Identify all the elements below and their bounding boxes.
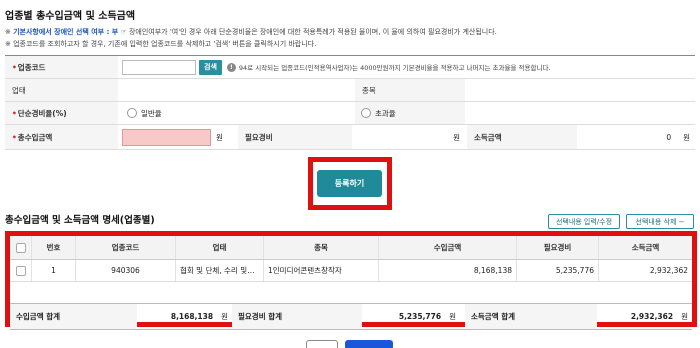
section-title: 총수입금액 및 소득금액 명세(업종별): [5, 215, 155, 226]
total-income-unit: 원: [216, 132, 223, 142]
bottom-right-button[interactable]: [345, 340, 393, 348]
row-code: 940306: [76, 260, 176, 281]
income-value: 0: [666, 132, 672, 142]
row-checkbox[interactable]: [15, 265, 26, 276]
select-all-checkbox[interactable]: [15, 242, 26, 253]
profit-total-unit: 원: [681, 312, 688, 321]
row-biz: 협회 및 단체, 수리 및…: [176, 260, 264, 281]
disability-note: ※ 기본사항에서 장애인 선택 여부 : 부 ☞ 장애인여부가 '여'인 경우 …: [5, 27, 497, 37]
simple-rate-label: • 단순경비율(%): [5, 102, 118, 124]
page-title: 업종별 총수입금액 및 소득금액: [5, 11, 136, 22]
business-type-value: [122, 79, 352, 101]
grid-header: 번호 업종코드 업태 종목 수입금액 필요경비 소득금액: [10, 236, 692, 260]
row-item: 1인미디어콘텐츠창작자: [264, 260, 379, 281]
header-item: 종목: [264, 236, 379, 259]
income-total-cell: 8,168,138 원: [137, 304, 232, 329]
general-rate-label: 일반율: [141, 108, 162, 118]
header-profit: 소득금액: [631, 243, 660, 252]
delete-selected-button[interactable]: 선택내용 삭제 −: [626, 214, 694, 229]
header-select-all[interactable]: [10, 236, 32, 259]
income-total-value: 8,168,138: [170, 312, 214, 321]
row-income: 8,168,138: [379, 260, 517, 281]
industry-code-cell: 검색 ! 94로 시작되는 업종코드(인적용역사업자)는 4000만원까지 기본…: [122, 56, 697, 78]
income-label: 소득금액: [467, 125, 577, 149]
row-profit: 2,932,362: [649, 266, 688, 275]
expense-unit: 원: [453, 132, 460, 142]
bottom-left-button[interactable]: [306, 340, 338, 348]
info-icon: !: [226, 62, 236, 72]
income-grid: 번호 업종코드 업태 종목 수입금액 필요경비 소득금액 1 940306 협회…: [10, 236, 692, 330]
expense-total-cell: 5,235,776 원: [362, 304, 460, 329]
header-biz: 업태: [176, 236, 264, 259]
expense-value: 원: [355, 125, 465, 149]
simple-rate-row: • 단순경비율(%) 일반율 초과율: [5, 102, 695, 125]
expense-total-unit: 원: [449, 312, 456, 321]
header-no: 번호: [32, 236, 76, 259]
expense-total-label: 필요경비 합계: [232, 304, 362, 329]
note-rest: ☞ 장애인여부가 '여'인 경우 아래 단순경비율은 장애인에 대한 적용특례가…: [118, 28, 497, 36]
grid-empty-area: [10, 282, 692, 299]
total-income-row: • 총수입금액 원 필요경비 원 소득금액 0 원: [5, 125, 695, 150]
business-type-label: 업태: [5, 79, 118, 101]
header-income: 수입금액: [379, 236, 517, 259]
expense-total-value: 5,235,776: [398, 312, 442, 321]
search-note: ※ 업종코드를 조회하고자 할 경우, 기존에 입력한 업종코드를 삭제하고 '…: [5, 40, 317, 48]
profit-total-cell: 2,932,362 원: [597, 304, 692, 329]
expense-label: 필요경비: [238, 125, 352, 149]
general-rate-option[interactable]: 일반율: [127, 102, 237, 124]
register-button[interactable]: 등록하기: [317, 170, 382, 197]
total-income-input[interactable]: [122, 128, 211, 146]
row-select[interactable]: [10, 260, 32, 281]
total-income-cell: 원: [122, 125, 237, 149]
income-form: • 업종코드 검색 ! 94로 시작되는 업종코드(인적용역사업자)는 4000만…: [5, 55, 695, 150]
note-highlight: 기본사항에서 장애인 선택 여부 : 부: [13, 28, 119, 36]
item-label: 종목: [355, 79, 465, 101]
header-code: 업종코드: [76, 236, 176, 259]
profit-total-label: 소득금액 합계: [465, 304, 597, 329]
income-value-cell: 0 원: [580, 125, 695, 149]
profit-total-value: 2,932,362: [630, 312, 674, 321]
row-expense: 5,235,776: [517, 260, 599, 281]
note-prefix: ※: [5, 28, 14, 36]
industry-code-row: • 업종코드 검색 ! 94로 시작되는 업종코드(인적용역사업자)는 4000만…: [5, 56, 695, 79]
income-total-label: 수입금액 합계: [10, 304, 137, 329]
industry-code-label: • 업종코드: [5, 56, 118, 78]
search-button[interactable]: 검색: [199, 59, 222, 75]
excess-rate-option[interactable]: 초과율: [355, 102, 465, 124]
excess-rate-radio[interactable]: [361, 108, 371, 118]
income-total-unit: 원: [221, 312, 228, 321]
income-unit: 원: [683, 132, 690, 142]
info-text: 94로 시작되는 업종코드(인적용역사업자)는 4000만원까지 기본경비율을 …: [238, 64, 551, 72]
excess-rate-label: 초과율: [375, 108, 396, 118]
edit-selected-button[interactable]: 선택내용 입력/수정: [548, 214, 620, 229]
total-income-label: • 총수입금액: [5, 125, 118, 149]
business-type-row: 업태 종목: [5, 79, 695, 102]
summary-row: 수입금액 합계 8,168,138 원 필요경비 합계 5,235,776 원 …: [10, 303, 692, 330]
header-expense: 필요경비: [517, 236, 599, 259]
row-no: 1: [32, 260, 76, 281]
general-rate-radio[interactable]: [127, 108, 137, 118]
item-value: [467, 79, 695, 101]
industry-code-input[interactable]: [122, 59, 196, 75]
table-row[interactable]: 1 940306 협회 및 단체, 수리 및… 1인미디어콘텐츠창작자 8,16…: [10, 260, 692, 282]
